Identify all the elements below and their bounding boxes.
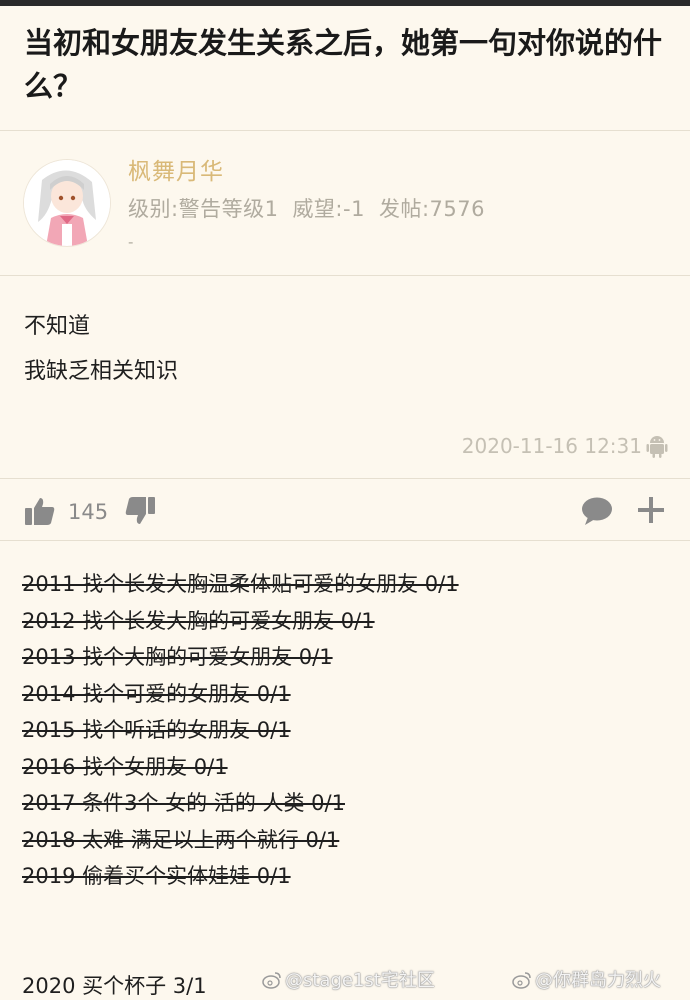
like-count: 145 <box>68 500 109 524</box>
reply-timestamp: 2020-11-16 12:31 <box>461 434 642 458</box>
weibo-icon <box>262 972 281 989</box>
thumbs-up-icon[interactable] <box>24 496 56 526</box>
comment-icon[interactable] <box>580 496 614 526</box>
signature-final-line: 2020 买个杯子 3/1 <box>22 974 207 998</box>
divider <box>0 540 690 541</box>
weibo-icon <box>512 972 531 989</box>
watermark-text: @stage1st宅社区 <box>285 970 435 991</box>
watermark-text: @你群岛力烈火 <box>535 970 661 991</box>
reply-action-bar: 145 <box>0 488 690 534</box>
author-level: 级别:警告等级1 <box>128 197 279 221</box>
reply-line: 我缺乏相关知识 <box>24 359 179 384</box>
avatar[interactable] <box>24 160 110 246</box>
signature-line: 2016 找个女朋友 0/1 <box>22 754 228 779</box>
watermark: @stage1st宅社区 <box>262 966 435 992</box>
signature-list: 2011 找个长发大胸温柔体贴可爱的女朋友 0/1 2012 找个长发大胸的可爱… <box>22 566 459 895</box>
signature-line: 2019 偷着买个实体娃娃 0/1 <box>22 864 291 888</box>
signature-line: 2014 找个可爱的女朋友 0/1 <box>22 681 291 706</box>
top-status-strip <box>0 0 690 6</box>
signature-line: 2015 找个听话的女朋友 0/1 <box>22 718 291 742</box>
author-prestige: 威望:-1 <box>292 197 365 221</box>
divider <box>0 275 690 276</box>
watermark: @你群岛力烈火 <box>512 966 661 992</box>
author-signature-short: - <box>128 233 134 251</box>
divider <box>0 478 690 479</box>
author-stats: 级别:警告等级1 威望:-1 发帖:7576 <box>128 193 499 223</box>
author-post-count: 发帖:7576 <box>378 197 485 221</box>
signature-line: 2012 找个长发大胸的可爱女朋友 0/1 <box>22 608 375 633</box>
signature-line: 2017 条件3个 女的 活的 人类 0/1 <box>22 791 345 815</box>
reply-line: 不知道 <box>24 314 91 339</box>
signature-line: 2011 找个长发大胸温柔体贴可爱的女朋友 0/1 <box>22 572 459 596</box>
android-icon <box>646 436 668 458</box>
author-name[interactable]: 枫舞月华 <box>128 152 224 186</box>
signature-line: 2013 找个大胸的可爱女朋友 0/1 <box>22 645 333 669</box>
signature-line: 2018 太难 满足以上两个就行 0/1 <box>22 827 340 852</box>
thumbs-down-icon[interactable] <box>124 496 156 526</box>
post-title: 当初和女朋友发生关系之后，她第一句对你说的什么？ <box>24 26 663 103</box>
anime-girl-avatar-icon <box>24 160 110 246</box>
plus-icon[interactable] <box>636 495 666 525</box>
divider <box>0 130 690 131</box>
